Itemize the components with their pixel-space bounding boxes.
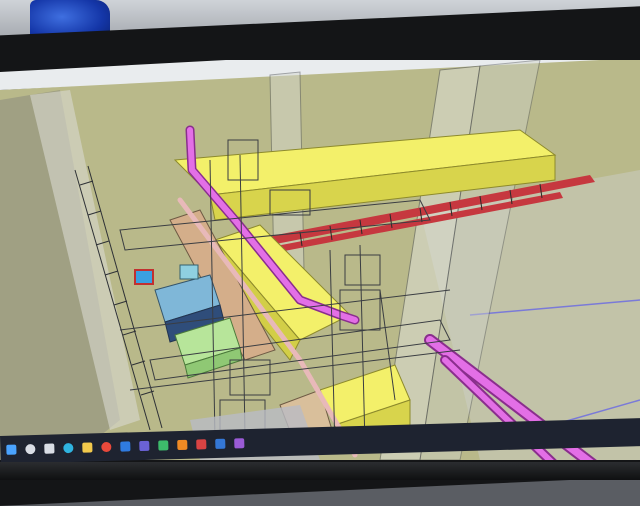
teams-icon[interactable] [139, 440, 150, 452]
outlook-icon[interactable] [120, 441, 131, 452]
small-red-blue-box [134, 269, 154, 285]
model-viewport[interactable] [0, 60, 640, 460]
app-icon-blue[interactable] [215, 438, 226, 449]
desk-edge [0, 462, 640, 480]
file-explorer-icon[interactable] [82, 442, 93, 453]
task-view-icon[interactable] [44, 443, 55, 454]
monitor-screen [0, 60, 640, 460]
app-icon-red[interactable] [196, 439, 207, 450]
teal-cylinder [179, 264, 199, 280]
chrome-icon[interactable] [101, 441, 112, 453]
app-icon-green[interactable] [158, 440, 169, 451]
search-icon[interactable] [25, 444, 36, 455]
edge-icon[interactable] [63, 442, 74, 454]
windows-icon[interactable] [6, 444, 17, 455]
app-icon-purple[interactable] [234, 438, 245, 449]
app-icon-orange[interactable] [177, 439, 188, 451]
